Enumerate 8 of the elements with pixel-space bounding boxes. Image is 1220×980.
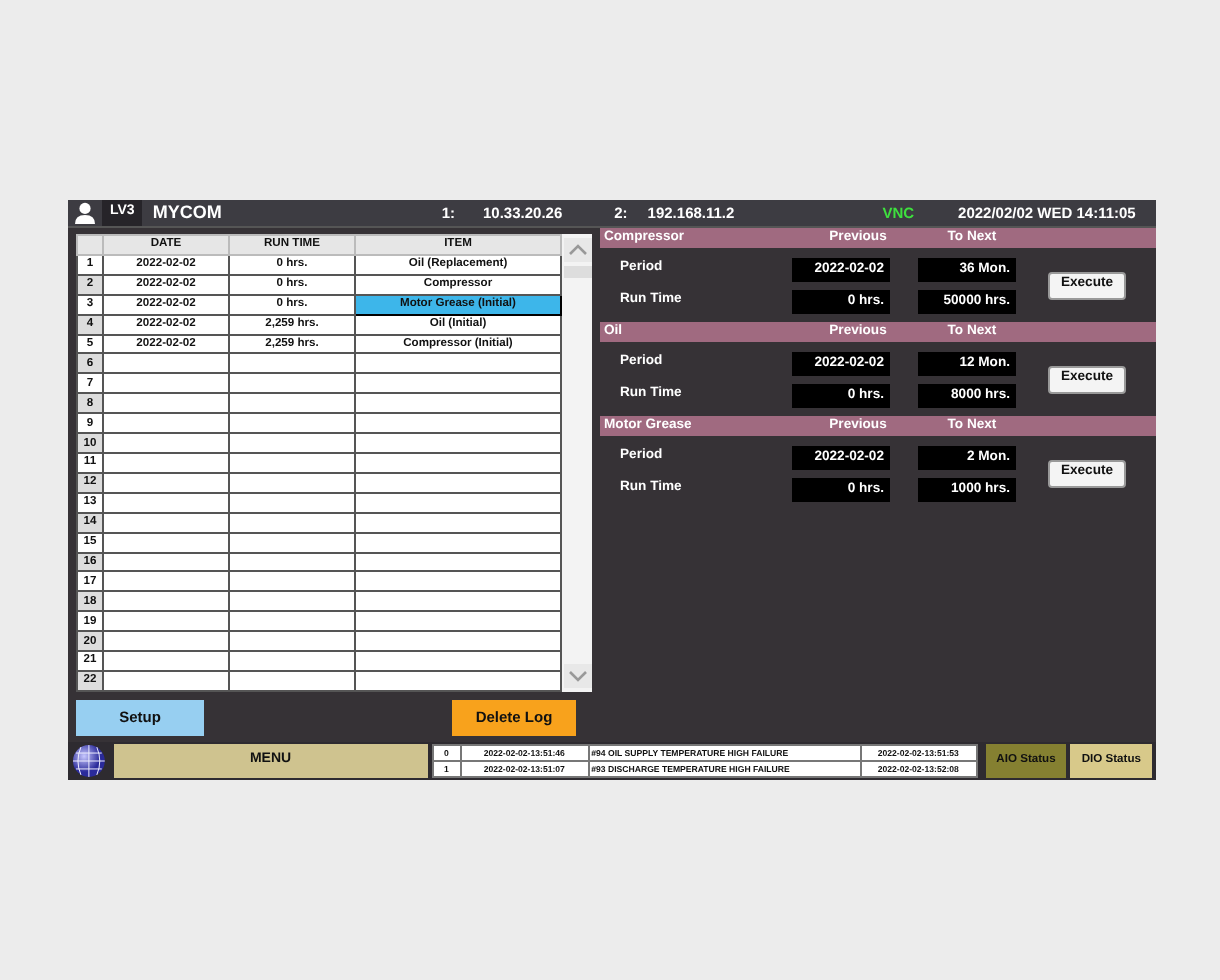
chevron-up-icon bbox=[567, 244, 587, 256]
scroll-thumb[interactable] bbox=[563, 266, 591, 278]
scroll-up-button[interactable] bbox=[563, 238, 591, 262]
chevron-down-icon bbox=[567, 670, 587, 682]
user-icon bbox=[74, 202, 96, 224]
globe-icon bbox=[72, 744, 106, 778]
app-title: MYCOM bbox=[152, 199, 222, 226]
scroll-down-button[interactable] bbox=[563, 664, 591, 688]
